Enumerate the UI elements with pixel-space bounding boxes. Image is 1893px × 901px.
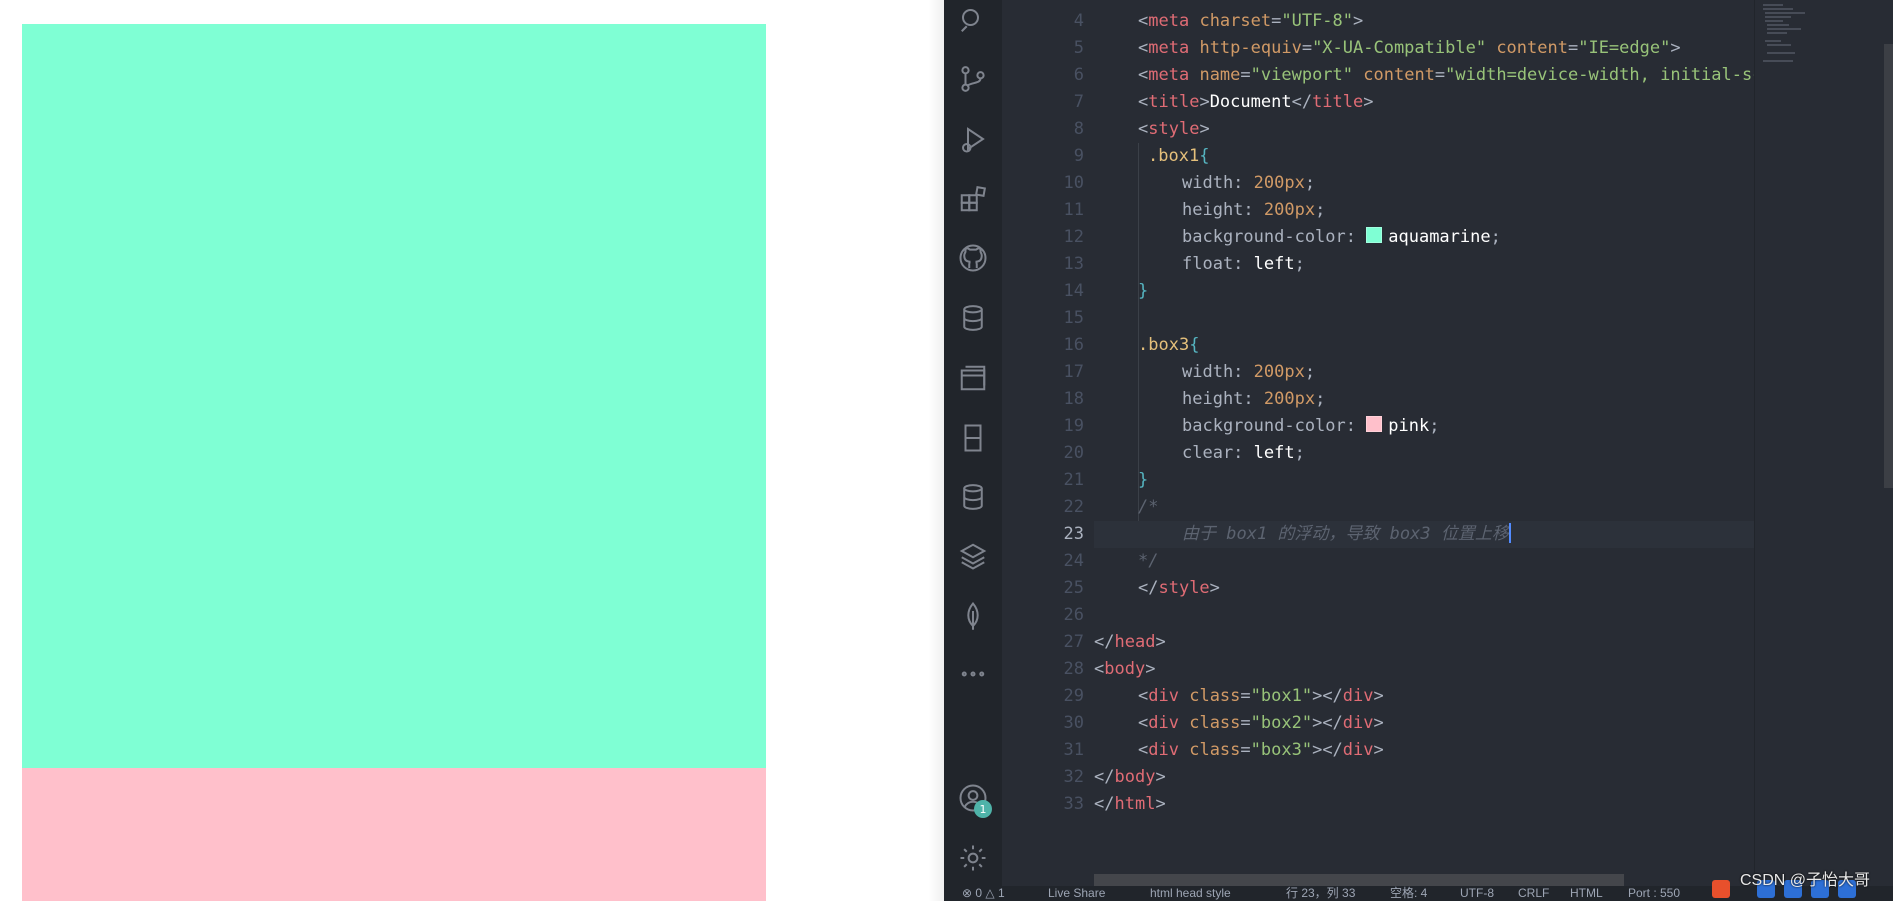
code-line: clear: left; [1182,443,1305,463]
code-line: <div class="box3"></div> [1138,740,1384,760]
code-line: .box3{ [1138,335,1200,355]
line-number: 33 [1063,794,1084,814]
color-swatch-aquamarine[interactable] [1366,227,1383,243]
code-line: background-color: pink; [1182,416,1440,436]
code-line: <div class="box2"></div> [1138,713,1384,733]
language-status[interactable]: HTML [1570,886,1603,901]
code-line: <body> [1094,659,1156,679]
watermark: CSDN @子怡大哥 [1740,872,1871,889]
code-line: </style> [1138,578,1220,598]
code-line: <title>Document</title> [1138,92,1374,112]
line-number: 18 [1063,389,1084,409]
code-line: <div class="box1"></div> [1138,686,1384,706]
vertical-scrollbar[interactable] [1884,44,1893,488]
code-line: width: 200px; [1182,362,1316,382]
leaf-icon[interactable] [957,600,989,632]
line-number: 31 [1063,740,1084,760]
github-icon[interactable] [957,242,989,274]
code-line: </html> [1094,794,1166,814]
code-line: height: 200px; [1182,200,1326,220]
code-line: .box1{ [1148,146,1210,166]
eol-status[interactable]: CRLF [1518,886,1549,901]
color-swatch-pink[interactable] [1366,416,1383,432]
encoding-status[interactable]: UTF-8 [1460,886,1494,901]
line-number: 20 [1063,443,1084,463]
code-line: } [1138,281,1149,301]
box3-pink [22,768,766,901]
text-cursor [1508,523,1511,543]
code-line: <meta charset="UTF-8"> [1138,11,1364,31]
line-number: 8 [1073,119,1084,139]
line-number: 7 [1073,92,1084,112]
source-control-icon[interactable] [957,63,989,95]
device-icon[interactable] [957,422,989,454]
code-line: float: left; [1182,254,1305,274]
line-number: 25 [1063,578,1084,598]
settings-gear-icon[interactable] [957,842,989,874]
line-number: 10 [1063,173,1084,193]
extensions-icon[interactable] [957,183,989,215]
line-number: 16 [1063,335,1084,355]
line-number: 5 [1073,38,1084,58]
code-editor-window: 1 4 5 6 7 8 9 10 11 12 13 14 15 16 17 18… [944,0,1893,901]
database-icon[interactable] [957,302,989,334]
line-number: 29 [1063,686,1084,706]
line-number: 21 [1063,470,1084,490]
horizontal-scrollbar[interactable] [1094,874,1624,886]
line-number: 17 [1063,362,1084,382]
code-line-current: 由于 box1 的浮动，导致 box3 位置上移 [1094,521,1754,548]
code-area[interactable]: <meta charset="UTF-8"> <meta http-equiv=… [1094,0,1754,876]
code-line: <meta http-equiv="X-UA-Compatible" conte… [1138,38,1681,58]
code-line: /* [1138,497,1159,517]
line-number-gutter: 4 5 6 7 8 9 10 11 12 13 14 15 16 17 18 1… [1002,0,1094,876]
line-number: 15 [1063,308,1084,328]
live-share-status[interactable]: Live Share [1048,886,1105,901]
line-number: 12 [1063,227,1084,247]
cursor-position-status[interactable]: 行 23，列 33 [1286,886,1355,901]
line-number: 13 [1063,254,1084,274]
line-number: 4 [1073,11,1084,31]
activity-bar: 1 [944,0,1002,901]
minimap[interactable] [1754,0,1893,876]
window-divider [928,0,944,901]
line-number: 6 [1073,65,1084,85]
code-line: height: 200px; [1182,389,1326,409]
run-debug-icon[interactable] [957,123,989,155]
database-alt-icon[interactable] [957,481,989,513]
line-number: 26 [1063,605,1084,625]
account-badge: 1 [974,800,992,818]
line-number: 30 [1063,713,1084,733]
input-method-icon[interactable] [1712,880,1730,898]
line-number: 9 [1073,146,1084,166]
line-number: 14 [1063,281,1084,301]
port-status[interactable]: Port : 550 [1628,886,1680,901]
line-number: 22 [1063,497,1084,517]
search-icon[interactable] [957,4,989,36]
more-icon[interactable] [957,658,989,690]
layers-icon[interactable] [957,540,989,572]
code-line: <meta name="viewport" content="width=dev… [1138,65,1754,85]
line-number: 19 [1063,416,1084,436]
line-number: 24 [1063,551,1084,571]
remote-explorer-icon[interactable] [957,362,989,394]
line-number: 27 [1063,632,1084,652]
breadcrumb-status[interactable]: html head style [1150,886,1231,901]
browser-preview [0,0,944,901]
code-line: </body> [1094,767,1166,787]
code-line: } [1138,470,1149,490]
line-number: 28 [1063,659,1084,679]
line-number-active: 23 [1063,524,1084,544]
code-line: width: 200px; [1182,173,1316,193]
code-line: */ [1138,551,1159,571]
indentation-status[interactable]: 空格: 4 [1390,886,1427,901]
code-line: </head> [1094,632,1166,652]
code-line: background-color: aquamarine; [1182,227,1501,247]
problems-status[interactable]: ⊗ 0 △ 1 [962,886,1005,901]
line-number: 11 [1063,200,1084,220]
code-line: <style> [1138,119,1210,139]
line-number: 32 [1063,767,1084,787]
box1-aquamarine [22,24,766,768]
